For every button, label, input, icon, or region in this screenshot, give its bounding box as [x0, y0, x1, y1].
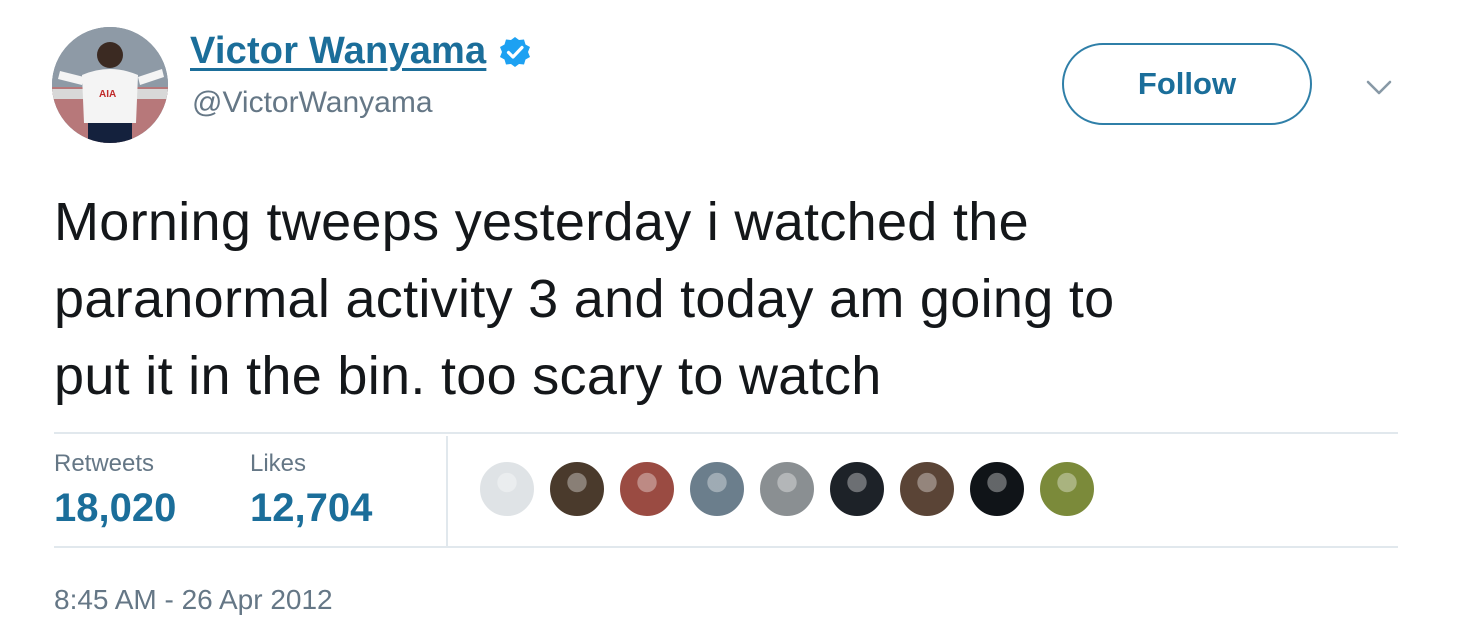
divider-bottom	[54, 546, 1398, 548]
svg-text:AIA: AIA	[99, 89, 116, 100]
tweet-line: paranormal activity 3 and today am going…	[54, 269, 1115, 329]
avatar[interactable]: AIA	[52, 27, 168, 143]
user-name-row: Victor Wanyama	[190, 30, 532, 73]
user-name[interactable]: Victor Wanyama	[190, 30, 486, 73]
retweets-count: 18,020	[54, 486, 177, 530]
follow-button[interactable]: Follow	[1062, 43, 1312, 125]
tweet-text: Morning tweeps yesterday i watched the p…	[54, 184, 1414, 415]
chevron-down-icon[interactable]	[1364, 76, 1394, 98]
liker-avatar[interactable]	[548, 460, 606, 518]
liker-avatar[interactable]	[688, 460, 746, 518]
likes-stat[interactable]: Likes 12,704	[250, 450, 372, 531]
likes-label: Likes	[250, 450, 307, 477]
user-handle[interactable]: @VictorWanyama	[192, 86, 433, 120]
liker-avatar[interactable]	[758, 460, 816, 518]
liker-avatar[interactable]	[828, 460, 886, 518]
retweets-stat[interactable]: Retweets 18,020	[54, 450, 176, 531]
tweet-line: Morning tweeps yesterday i watched the	[54, 192, 1029, 252]
stats-separator	[446, 436, 448, 546]
likes-count: 12,704	[250, 486, 373, 530]
liker-avatar[interactable]	[1038, 460, 1096, 518]
tweet-timestamp[interactable]: 8:45 AM - 26 Apr 2012	[54, 584, 333, 616]
divider-top	[54, 432, 1398, 434]
retweets-label: Retweets	[54, 450, 155, 477]
liker-avatar[interactable]	[618, 460, 676, 518]
verified-badge-icon	[498, 35, 532, 69]
avatar-photo: AIA	[52, 27, 168, 143]
tweet-line: put it in the bin. too scary to watch	[54, 346, 882, 406]
liker-avatar[interactable]	[898, 460, 956, 518]
liker-avatar[interactable]	[968, 460, 1026, 518]
liker-avatar[interactable]	[478, 460, 536, 518]
liker-avatars	[478, 460, 1108, 518]
